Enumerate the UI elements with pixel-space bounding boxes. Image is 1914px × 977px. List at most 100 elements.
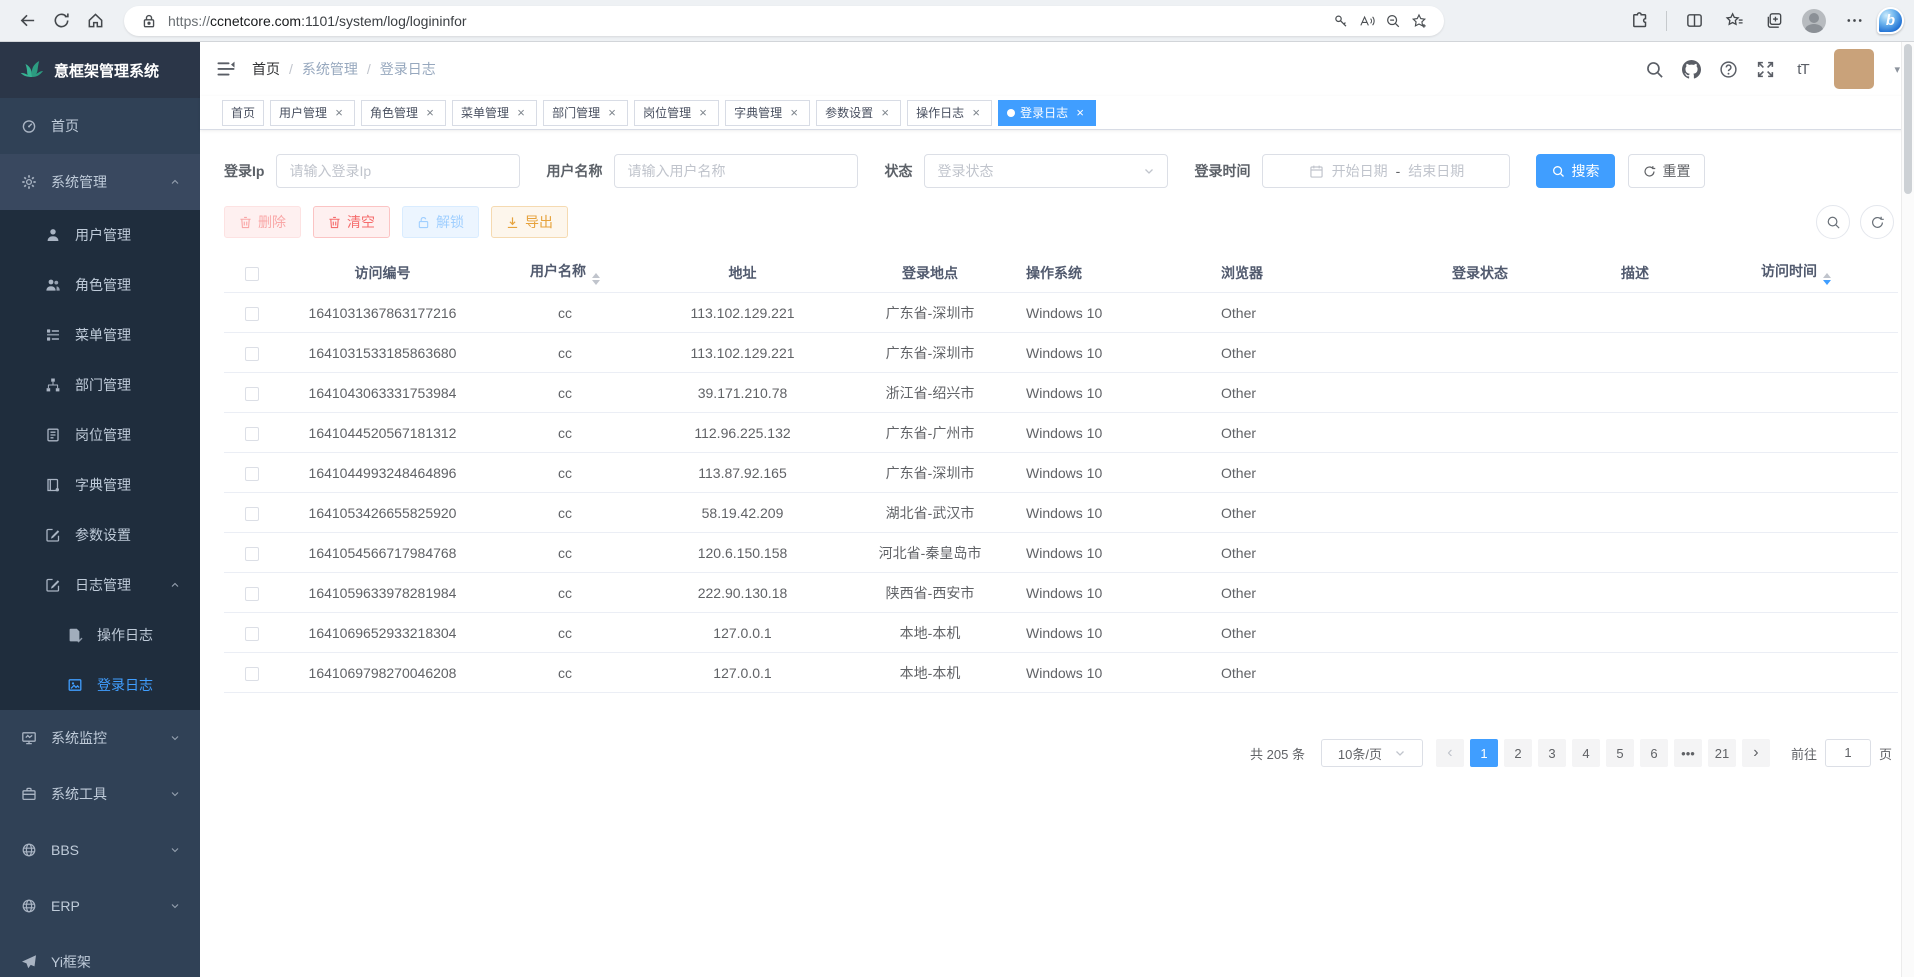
tab-menu-mgmt[interactable]: 菜单管理×	[452, 100, 537, 126]
github-icon[interactable]	[1682, 60, 1701, 79]
row-checkbox[interactable]	[245, 627, 259, 641]
row-checkbox[interactable]	[245, 307, 259, 321]
page-button-6[interactable]: 6	[1640, 739, 1668, 767]
page-size-select[interactable]: 10条/页	[1321, 739, 1423, 767]
site-lock-icon[interactable]	[136, 8, 162, 34]
sidebar-item-menu-mgmt[interactable]: 菜单管理	[0, 310, 200, 360]
tab-user-mgmt[interactable]: 用户管理×	[270, 100, 355, 126]
row-checkbox[interactable]	[245, 467, 259, 481]
row-checkbox[interactable]	[245, 387, 259, 401]
sidebar-item-user-mgmt[interactable]: 用户管理	[0, 210, 200, 260]
browser-back-button[interactable]	[10, 5, 44, 37]
tab-close-icon[interactable]: ×	[969, 106, 983, 120]
browser-more-icon[interactable]	[1837, 5, 1871, 37]
reset-button[interactable]: 重置	[1628, 154, 1705, 188]
sidebar-item-home[interactable]: 首页	[0, 98, 200, 154]
page-scrollbar[interactable]	[1901, 42, 1914, 977]
sort-carets-icon[interactable]	[592, 273, 600, 285]
sidebar-item-operation-log[interactable]: 操作日志	[0, 610, 200, 660]
status-select[interactable]: 登录状态	[924, 154, 1168, 188]
tab-home[interactable]: 首页	[222, 100, 264, 126]
sidebar-item-system-mgmt[interactable]: 系统管理	[0, 154, 200, 210]
extensions-icon[interactable]	[1622, 5, 1656, 37]
sidebar-item-dict-mgmt[interactable]: 字典管理	[0, 460, 200, 510]
tab-close-icon[interactable]: ×	[514, 106, 528, 120]
breadcrumb-system[interactable]: 系统管理	[302, 59, 358, 79]
tab-operation-log[interactable]: 操作日志×	[907, 100, 992, 126]
tab-dept-mgmt[interactable]: 部门管理×	[543, 100, 628, 126]
clear-button[interactable]: 清空	[313, 206, 390, 238]
sidebar-item-yi-frame[interactable]: Yi框架	[0, 934, 200, 977]
url-bar[interactable]: https://ccnetcore.com:1101/system/log/lo…	[124, 6, 1444, 36]
sidebar-item-dept-mgmt[interactable]: 部门管理	[0, 360, 200, 410]
page-button-2[interactable]: 2	[1504, 739, 1532, 767]
tab-dict-mgmt[interactable]: 字典管理×	[725, 100, 810, 126]
user-avatar[interactable]	[1834, 49, 1874, 89]
sort-carets-icon[interactable]	[1823, 273, 1831, 285]
page-button-3[interactable]: 3	[1538, 739, 1566, 767]
sidebar-collapse-icon[interactable]	[216, 59, 236, 79]
row-checkbox[interactable]	[245, 507, 259, 521]
tab-login-log[interactable]: 登录日志×	[998, 100, 1096, 126]
avatar-caret-icon[interactable]: ▾	[1894, 63, 1900, 76]
tab-close-icon[interactable]: ×	[696, 106, 710, 120]
date-range-picker[interactable]: 开始日期 - 结束日期	[1262, 154, 1510, 188]
collections-icon[interactable]	[1757, 5, 1791, 37]
select-all-checkbox[interactable]	[245, 267, 259, 281]
goto-page-input[interactable]: 1	[1825, 739, 1871, 767]
tab-param-settings[interactable]: 参数设置×	[816, 100, 901, 126]
browser-profile-icon[interactable]	[1797, 5, 1831, 37]
prev-page-button[interactable]: ‹	[1436, 739, 1464, 767]
sidebar-item-post-mgmt[interactable]: 岗位管理	[0, 410, 200, 460]
page-ellipsis[interactable]: •••	[1674, 739, 1702, 767]
sidebar-item-erp[interactable]: ERP	[0, 878, 200, 934]
header-search-icon[interactable]	[1645, 60, 1664, 79]
browser-home-button[interactable]	[78, 5, 112, 37]
tab-close-icon[interactable]: ×	[787, 106, 801, 120]
sidebar-item-login-log[interactable]: 登录日志	[0, 660, 200, 710]
user-name-input[interactable]: 请输入用户名称	[614, 154, 858, 188]
tab-close-icon[interactable]: ×	[1073, 106, 1087, 120]
tab-close-icon[interactable]: ×	[423, 106, 437, 120]
zoom-out-icon[interactable]	[1380, 8, 1406, 34]
next-page-button[interactable]: ›	[1742, 739, 1770, 767]
page-button-5[interactable]: 5	[1606, 739, 1634, 767]
breadcrumb-home[interactable]: 首页	[252, 59, 280, 79]
login-ip-input[interactable]: 请输入登录Ip	[276, 154, 520, 188]
row-checkbox[interactable]	[245, 587, 259, 601]
password-key-icon[interactable]	[1328, 8, 1354, 34]
row-checkbox[interactable]	[245, 427, 259, 441]
favorite-add-icon[interactable]	[1406, 8, 1432, 34]
sidebar-item-log-mgmt[interactable]: 日志管理	[0, 560, 200, 610]
search-button[interactable]: 搜索	[1536, 154, 1615, 188]
favorites-bar-icon[interactable]	[1717, 5, 1751, 37]
delete-button[interactable]: 删除	[224, 206, 301, 238]
read-aloud-icon[interactable]	[1354, 8, 1380, 34]
browser-refresh-button[interactable]	[44, 5, 78, 37]
font-size-icon[interactable]: tT	[1793, 60, 1812, 79]
tab-close-icon[interactable]: ×	[878, 106, 892, 120]
url-text[interactable]: https://ccnetcore.com:1101/system/log/lo…	[168, 13, 1328, 29]
help-icon[interactable]	[1719, 60, 1738, 79]
sidebar-item-bbs[interactable]: BBS	[0, 822, 200, 878]
sidebar-item-role-mgmt[interactable]: 角色管理	[0, 260, 200, 310]
sidebar-item-param-settings[interactable]: 参数设置	[0, 510, 200, 560]
column-header-time[interactable]: 访问时间	[1710, 261, 1882, 285]
tab-role-mgmt[interactable]: 角色管理×	[361, 100, 446, 126]
tab-post-mgmt[interactable]: 岗位管理×	[634, 100, 719, 126]
unlock-button[interactable]: 解锁	[402, 206, 479, 238]
export-button[interactable]: 导出	[491, 206, 568, 238]
split-screen-icon[interactable]	[1677, 5, 1711, 37]
toggle-search-button[interactable]	[1816, 205, 1850, 239]
page-button-21[interactable]: 21	[1708, 739, 1736, 767]
row-checkbox[interactable]	[245, 667, 259, 681]
tab-close-icon[interactable]: ×	[332, 106, 346, 120]
page-button-1[interactable]: 1	[1470, 739, 1498, 767]
page-button-4[interactable]: 4	[1572, 739, 1600, 767]
sidebar-item-sys-tools[interactable]: 系统工具	[0, 766, 200, 822]
scrollbar-thumb[interactable]	[1904, 44, 1912, 194]
copilot-bing-icon[interactable]: b	[1877, 7, 1904, 34]
refresh-table-button[interactable]	[1860, 205, 1894, 239]
row-checkbox[interactable]	[245, 347, 259, 361]
column-header-user_name[interactable]: 用户名称	[485, 261, 645, 285]
